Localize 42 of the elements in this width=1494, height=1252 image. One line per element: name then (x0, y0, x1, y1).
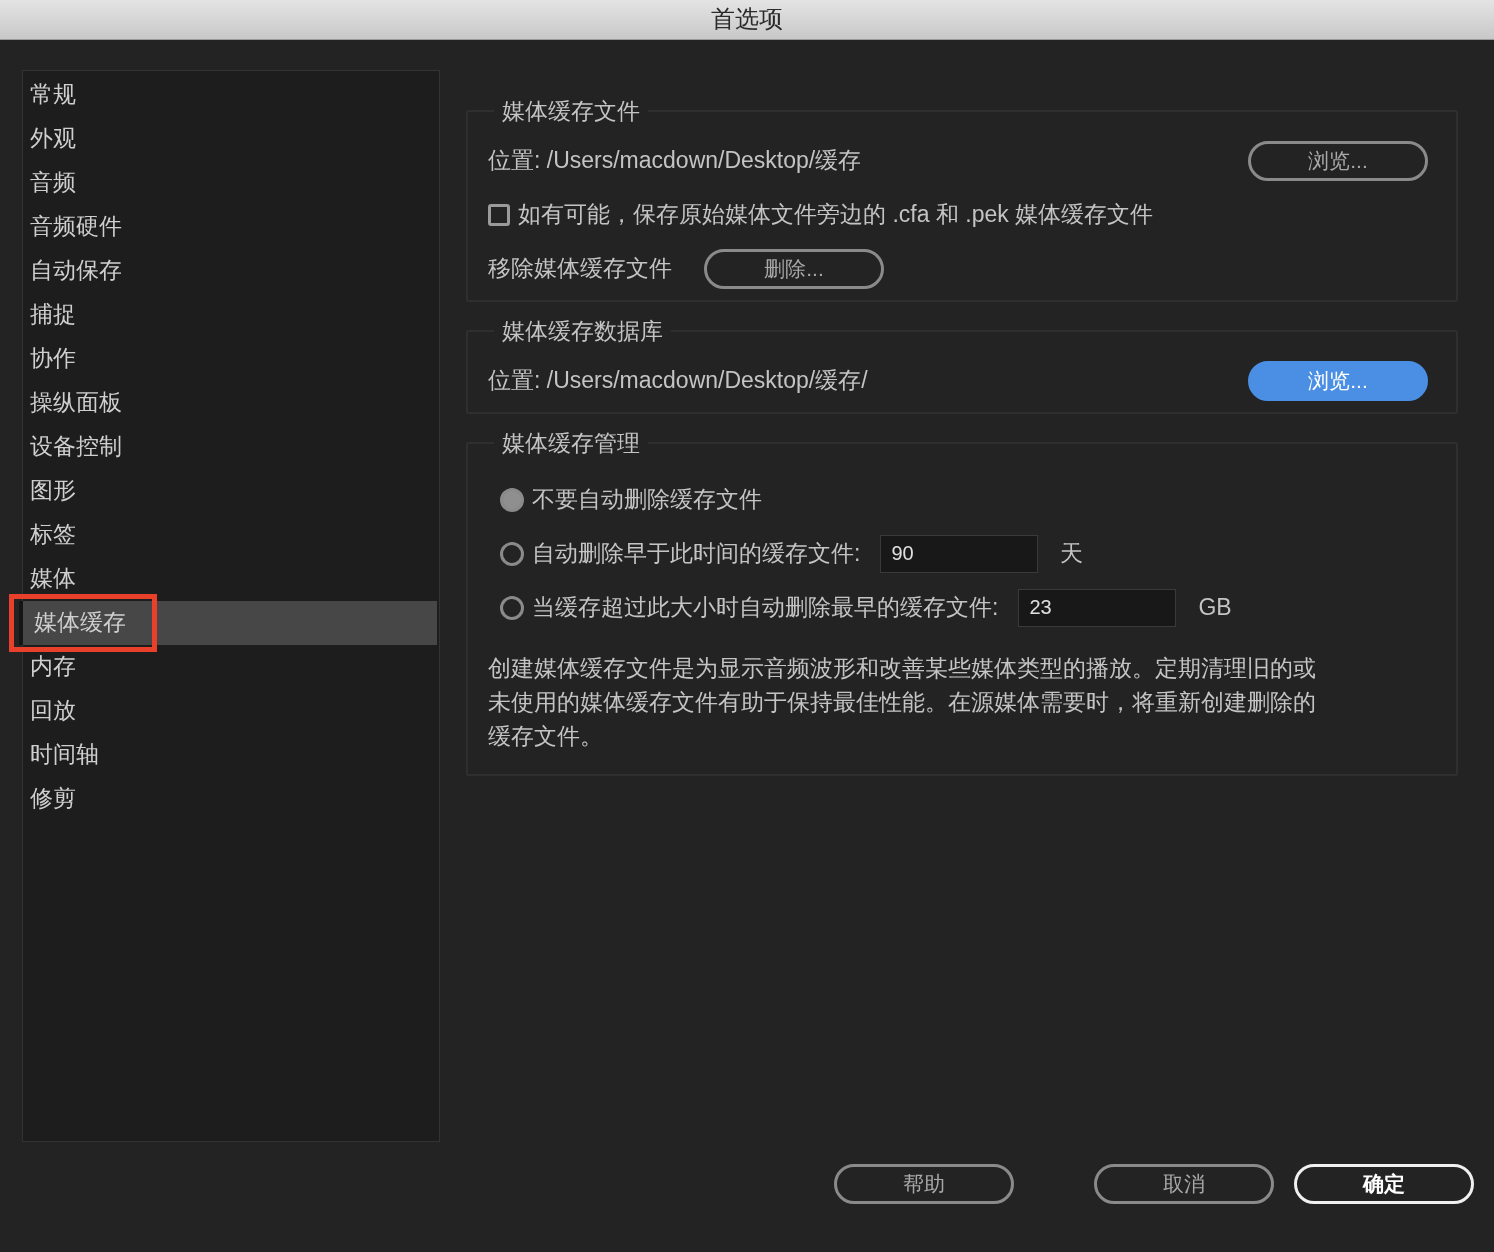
input-field[interactable]: 23 (1018, 588, 1177, 627)
radio-button[interactable] (500, 487, 524, 512)
sidebar-item[interactable]: 媒体 (19, 556, 437, 601)
sidebar-item[interactable]: 媒体缓存 (19, 600, 437, 645)
remove-cache-label: 移除媒体缓存文件 (488, 254, 672, 284)
delete-button[interactable]: 删除... (704, 248, 884, 289)
unit-label: 天 (1060, 539, 1084, 569)
radio-label: 自动删除早于此时间的缓存文件: (532, 539, 861, 569)
sidebar-item[interactable]: 回放 (19, 688, 437, 733)
group-title: 媒体缓存管理 (501, 428, 641, 458)
sidebar-item[interactable]: 时间轴 (19, 732, 437, 777)
sidebar-item[interactable]: 音频 (19, 160, 437, 205)
checkbox-label: 如有可能，保存原始媒体文件旁边的 .cfa 和 .pek 媒体缓存文件 (518, 200, 1154, 230)
dialog-button[interactable]: 确定 (1294, 1163, 1474, 1204)
description-text: 创建媒体缓存文件是为显示音频波形和改善某些媒体类型的播放。定期清理旧的或未使用的媒体缓存文件有助于保持最佳性能。在源媒体需要时，将重新创建删除的缓存文件。 (488, 653, 1317, 751)
group-title: 媒体缓存数据库 (501, 316, 664, 346)
radio-label: 当缓存超过此大小时自动删除最早的缓存文件: (532, 593, 999, 623)
browse-button[interactable]: 浏览... (1248, 140, 1428, 181)
sidebar-item[interactable]: 协作 (19, 336, 437, 381)
sidebar-item[interactable]: 图形 (19, 468, 437, 513)
sidebar-item[interactable]: 自动保存 (19, 248, 437, 293)
location-path: 位置: /Users/macdown/Desktop/缓存/ (488, 366, 868, 396)
radio-button[interactable] (500, 541, 524, 566)
dialog-button[interactable]: 取消 (1094, 1163, 1274, 1204)
location-path: 位置: /Users/macdown/Desktop/缓存 (488, 146, 862, 176)
sidebar-item[interactable]: 操纵面板 (19, 380, 437, 425)
sidebar-item[interactable]: 标签 (19, 512, 437, 557)
sidebar-item[interactable]: 修剪 (19, 776, 437, 821)
sidebar-item[interactable]: 捕捉 (19, 292, 437, 337)
sidebar-item[interactable]: 音频硬件 (19, 204, 437, 249)
unit-label: GB (1198, 594, 1232, 622)
sidebar-item[interactable]: 设备控制 (19, 424, 437, 469)
radio-button[interactable] (500, 595, 524, 620)
checkbox[interactable] (488, 203, 510, 226)
radio-label: 不要自动删除缓存文件 (532, 485, 762, 515)
sidebar-item[interactable]: 内存 (19, 644, 437, 689)
window-title: 首选项 (711, 4, 783, 35)
group-title: 媒体缓存文件 (501, 96, 641, 126)
sidebar-item[interactable]: 外观 (19, 116, 437, 161)
dialog-button[interactable]: 帮助 (834, 1163, 1014, 1204)
input-field[interactable]: 90 (880, 534, 1039, 573)
sidebar-item[interactable]: 常规 (19, 72, 437, 117)
